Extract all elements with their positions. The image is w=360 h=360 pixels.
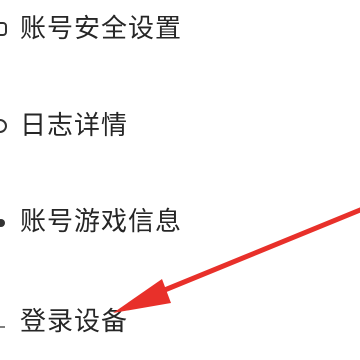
menu-item-account-game-info[interactable]: 账号游戏信息 bbox=[0, 198, 300, 246]
menu-item-log-details[interactable]: 日志详情 bbox=[0, 102, 300, 150]
menu-item-label: 日志详情 bbox=[20, 111, 129, 141]
menu-item-label: 账号游戏信息 bbox=[20, 207, 183, 237]
menu-item-label: 账号安全设置 bbox=[20, 14, 183, 44]
settings-menu: 账号安全设置 日志详情 账号游戏信息 登录设备 bbox=[0, 0, 360, 360]
shield-icon bbox=[0, 21, 8, 37]
menu-item-account-security[interactable]: 账号安全设置 bbox=[0, 5, 300, 53]
game-info-icon bbox=[0, 214, 8, 230]
menu-item-login-devices[interactable]: 登录设备 bbox=[0, 298, 300, 346]
log-icon bbox=[0, 118, 8, 134]
device-icon bbox=[0, 314, 8, 330]
menu-item-label: 登录设备 bbox=[20, 307, 129, 337]
